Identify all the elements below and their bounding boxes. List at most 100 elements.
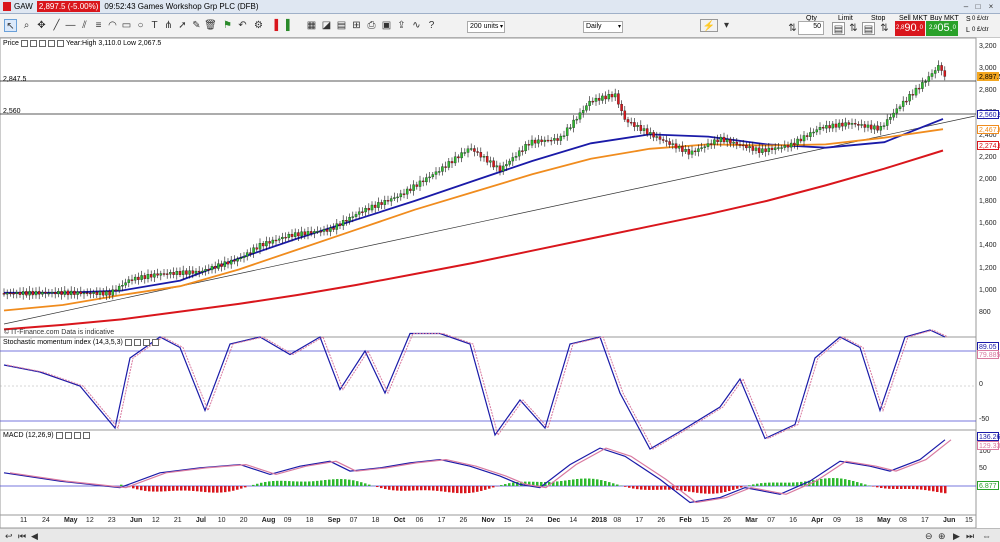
- macd-histogram-bar: [420, 486, 423, 491]
- macd-histogram-bar: [504, 484, 507, 486]
- macd-histogram-bar: [692, 486, 695, 493]
- candle-body: [738, 144, 742, 146]
- chart-canvas[interactable]: [0, 0, 1000, 542]
- macd-histogram-bar: [776, 482, 779, 486]
- macd-histogram-bar: [752, 484, 755, 486]
- panel-detach-icon[interactable]: [56, 40, 64, 47]
- macd-histogram-bar: [316, 480, 319, 486]
- panel-maximize-icon[interactable]: [151, 339, 159, 346]
- candle-body: [489, 160, 492, 163]
- panel-close-icon[interactable]: [55, 432, 63, 439]
- candle-body: [892, 112, 895, 118]
- macd-histogram-bar: [264, 481, 267, 486]
- x-axis-tick: Aug: [261, 517, 276, 524]
- candle-body: [453, 156, 457, 164]
- candle-body: [623, 110, 627, 120]
- back-icon[interactable]: ↩: [5, 531, 13, 542]
- macd-histogram-bar: [896, 486, 899, 490]
- x-axis-tick: 17: [921, 517, 929, 524]
- stoch-value-tag: 79.885: [977, 350, 1000, 359]
- candle-body: [165, 273, 169, 275]
- scroll-end-icon[interactable]: ⏭: [966, 531, 974, 542]
- panel-minimize-icon[interactable]: [73, 432, 81, 439]
- candle-body: [191, 270, 195, 274]
- panel-maximize-icon[interactable]: [82, 432, 90, 439]
- macd-histogram-bar: [228, 486, 231, 492]
- candle-body: [825, 125, 828, 129]
- candle-body: [60, 291, 63, 295]
- candle-body: [898, 106, 902, 109]
- x-axis-tick: Jun: [943, 517, 956, 524]
- scroll-start-icon[interactable]: ⏮: [18, 531, 26, 542]
- fit-icon[interactable]: ⇔: [982, 531, 991, 541]
- candle-body: [729, 139, 732, 144]
- candle-body: [383, 200, 387, 205]
- price-axis-tick: 1,600: [979, 220, 997, 228]
- panel-settings-icon[interactable]: [29, 40, 37, 47]
- price-axis-tick: 2,200: [979, 153, 997, 161]
- x-axis-tick: Feb: [679, 517, 692, 524]
- zoom-out-icon[interactable]: ⊖: [925, 531, 933, 542]
- macd-histogram-bar: [916, 486, 919, 490]
- candle-body: [117, 285, 121, 291]
- candle-body: [585, 105, 588, 111]
- candle-body: [396, 196, 399, 199]
- candle-body: [748, 146, 751, 149]
- scroll-right-icon[interactable]: ▶: [953, 531, 960, 542]
- macd-histogram-bar: [220, 486, 223, 493]
- macd-histogram-bar: [852, 480, 855, 486]
- candle-body: [325, 229, 329, 232]
- macd-histogram-bar: [632, 486, 635, 489]
- panel-minimize-icon[interactable]: [142, 339, 150, 346]
- candle-body: [140, 275, 143, 280]
- candle-body: [277, 238, 281, 241]
- macd-histogram-bar: [780, 482, 783, 486]
- x-axis-tick: 20: [239, 517, 248, 524]
- panel-settings-icon[interactable]: [64, 432, 72, 439]
- candle-body: [357, 211, 361, 215]
- scroll-left-icon[interactable]: ◀: [31, 531, 38, 542]
- candle-body: [34, 291, 38, 296]
- candle-body: [437, 171, 441, 173]
- price-value-tag: 2,274.8: [977, 141, 1000, 150]
- candle-body: [636, 125, 639, 127]
- candle-body: [28, 290, 31, 296]
- candle-body: [82, 292, 86, 295]
- candle-body: [409, 188, 412, 191]
- candle-body: [517, 150, 521, 157]
- candle-body: [533, 139, 537, 144]
- macd-histogram-bar: [308, 481, 311, 486]
- candle-body: [521, 150, 524, 152]
- x-axis-tick: 11: [20, 517, 28, 524]
- panel-settings-icon[interactable]: [133, 339, 141, 346]
- candle-body: [181, 270, 185, 275]
- candle-body: [421, 180, 425, 183]
- candle-body: [485, 156, 489, 163]
- macd-histogram-bar: [200, 486, 203, 492]
- candle-body: [201, 270, 204, 273]
- macd-histogram-bar: [580, 478, 583, 486]
- candle-body: [671, 143, 675, 145]
- macd-histogram-bar: [732, 486, 735, 490]
- macd-histogram-bar: [320, 480, 323, 486]
- x-axis-tick: 12: [85, 517, 94, 524]
- price-axis-tick: 1,200: [979, 264, 997, 272]
- candle-body: [745, 145, 748, 149]
- panel-minimize-icon[interactable]: [38, 40, 46, 47]
- panel-maximize-icon[interactable]: [47, 40, 55, 47]
- macd-histogram-bar: [740, 486, 743, 488]
- macd-histogram-bar: [696, 486, 699, 493]
- panel-close-icon[interactable]: [20, 40, 28, 47]
- macd-histogram-bar: [348, 479, 351, 486]
- candle-body: [223, 261, 227, 267]
- macd-histogram-bar: [636, 486, 639, 490]
- macd-histogram-bar: [364, 483, 367, 486]
- candle-body: [57, 291, 60, 295]
- panel-close-icon[interactable]: [124, 339, 132, 346]
- candle-body: [242, 256, 246, 258]
- candle-body: [236, 258, 239, 262]
- candle-body: [297, 232, 300, 237]
- macd-histogram-bar: [140, 486, 143, 491]
- zoom-in-icon[interactable]: ⊕: [938, 531, 946, 542]
- candle-body: [2, 293, 6, 295]
